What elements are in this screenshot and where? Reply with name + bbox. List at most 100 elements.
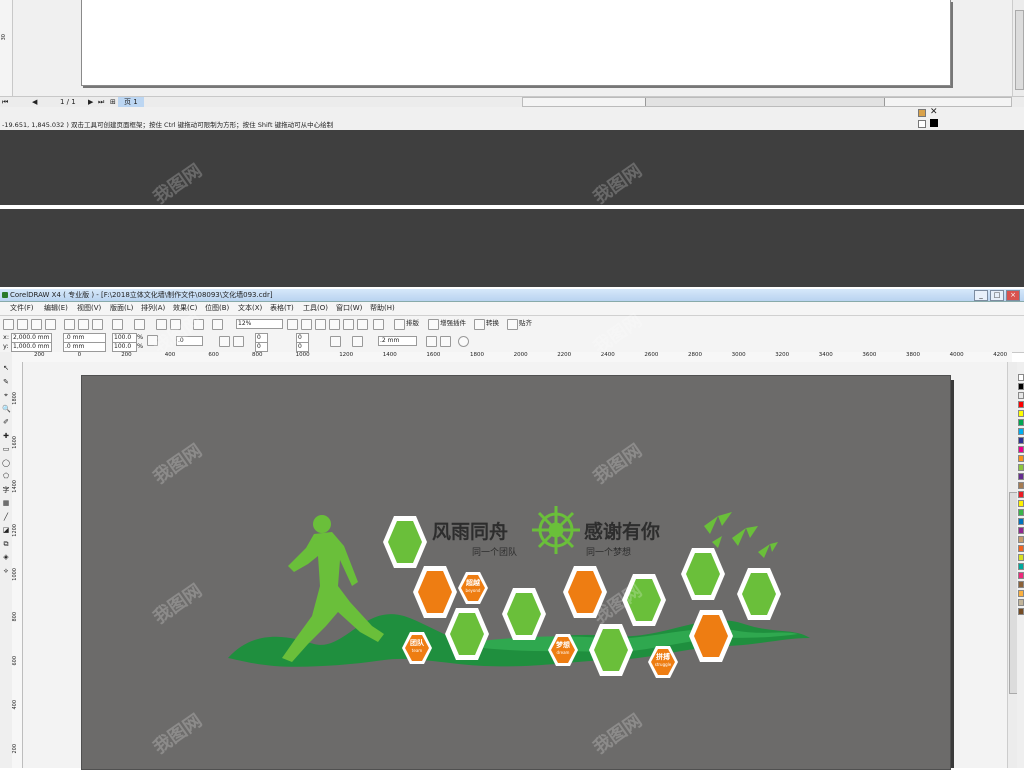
menu-item[interactable]: 视图(V) <box>77 302 101 315</box>
toolbox-tool-icon[interactable]: ✎ <box>2 378 10 386</box>
mirror-h-icon[interactable] <box>219 336 230 347</box>
color-swatch[interactable] <box>1018 518 1024 525</box>
to-back-icon[interactable] <box>440 336 451 347</box>
color-swatch[interactable] <box>1018 446 1024 453</box>
menu-item[interactable]: 工具(O) <box>303 302 328 315</box>
color-swatch[interactable] <box>1018 527 1024 534</box>
welcome-icon[interactable] <box>212 319 223 330</box>
color-swatch[interactable] <box>1018 599 1024 606</box>
first-page-icon[interactable]: ⏮ <box>2 97 8 107</box>
toolbox-tool-icon[interactable]: ◯ <box>2 459 10 467</box>
zoom-page-icon[interactable] <box>343 319 354 330</box>
menu-item[interactable]: 排列(A) <box>141 302 165 315</box>
toolbox-tool-icon[interactable]: ↖ <box>2 364 10 372</box>
scale-y-input[interactable]: 100.0 <box>112 342 137 352</box>
zoom-selected-icon[interactable] <box>315 319 326 330</box>
color-swatch[interactable] <box>1018 554 1024 561</box>
last-page-icon[interactable]: ⏭ <box>98 97 104 107</box>
y-position-input[interactable]: 1,000.0 mm <box>11 342 52 352</box>
toolbox-tool-icon[interactable]: ╱ <box>2 513 10 521</box>
convert-button[interactable]: 转换 <box>486 318 499 328</box>
toolbox-tool-icon[interactable]: ⧉ <box>2 540 10 548</box>
menu-item[interactable]: 位图(B) <box>205 302 229 315</box>
wrap-text-icon[interactable] <box>352 336 363 347</box>
menu-item[interactable]: 文本(X) <box>238 302 262 315</box>
maximize-button[interactable]: □ <box>990 290 1004 301</box>
color-swatch[interactable] <box>1018 392 1024 399</box>
save-icon[interactable] <box>31 319 42 330</box>
color-swatch[interactable] <box>1018 500 1024 507</box>
corner-bl-input[interactable]: 0 <box>255 342 268 352</box>
toolbox-tool-icon[interactable]: ▭ <box>2 445 10 453</box>
toolbox-tool-icon[interactable]: 字 <box>2 486 10 494</box>
zoom-level-select[interactable]: 12% <box>236 319 283 329</box>
color-swatch[interactable] <box>1018 509 1024 516</box>
minimize-button[interactable]: _ <box>974 290 988 301</box>
paste-icon[interactable] <box>92 319 103 330</box>
height-input[interactable]: .0 mm <box>63 342 106 352</box>
color-swatch[interactable] <box>1018 590 1024 597</box>
menu-item[interactable]: 表格(T) <box>270 302 294 315</box>
open-icon[interactable] <box>17 319 28 330</box>
horizontal-scrollbar-top[interactable] <box>522 97 1012 107</box>
corner-br-input[interactable]: 0 <box>296 342 309 352</box>
toolbox-tool-icon[interactable]: ⬠ <box>2 472 10 480</box>
color-swatch[interactable] <box>1018 455 1024 462</box>
color-swatch[interactable] <box>1018 491 1024 498</box>
color-swatch[interactable] <box>1018 545 1024 552</box>
toolbox-tool-icon[interactable]: ◈ <box>2 553 10 561</box>
zoom-all-icon[interactable] <box>329 319 340 330</box>
print-icon[interactable] <box>45 319 56 330</box>
outline-width-select[interactable]: .2 mm <box>378 336 417 346</box>
add-page-icon[interactable]: ⊞ <box>110 97 116 107</box>
layout-button[interactable]: 排版 <box>406 318 419 328</box>
toolbox-tool-icon[interactable]: ⟡ <box>2 567 10 575</box>
color-swatch[interactable] <box>1018 374 1024 381</box>
color-swatch[interactable] <box>1018 410 1024 417</box>
prev-page-icon[interactable]: ◀ <box>32 97 37 107</box>
color-swatch[interactable] <box>1018 473 1024 480</box>
to-front-icon[interactable] <box>426 336 437 347</box>
color-swatch[interactable] <box>1018 401 1024 408</box>
color-swatch[interactable] <box>1018 563 1024 570</box>
zoom-out-icon[interactable] <box>301 319 312 330</box>
snap-button[interactable]: 贴齐 <box>519 318 532 328</box>
color-swatch[interactable] <box>1018 428 1024 435</box>
toolbox-tool-icon[interactable]: ✐ <box>2 418 10 426</box>
menu-item[interactable]: 文件(F) <box>10 302 34 315</box>
vertical-ruler[interactable]: 1800 1600 1400 1200 1000 800 600 400 200 <box>12 362 23 768</box>
color-swatch[interactable] <box>1018 581 1024 588</box>
color-swatch[interactable] <box>1018 464 1024 471</box>
scroll-thumb[interactable] <box>645 98 885 106</box>
next-page-icon[interactable]: ▶ <box>88 97 93 107</box>
toolbox-tool-icon[interactable]: ✚ <box>2 432 10 440</box>
color-swatch[interactable] <box>1018 608 1024 615</box>
new-icon[interactable] <box>3 319 14 330</box>
close-button[interactable]: × <box>1006 290 1020 301</box>
color-swatch[interactable] <box>1018 383 1024 390</box>
convert-icon[interactable] <box>474 319 485 330</box>
mirror-v-icon[interactable] <box>233 336 244 347</box>
color-swatch[interactable] <box>1018 536 1024 543</box>
toolbox-tool-icon[interactable]: ⌖ <box>2 391 10 399</box>
vertical-scrollbar-top[interactable] <box>1012 0 1024 96</box>
enhance-plugin-button[interactable]: 增强插件 <box>440 318 466 328</box>
zoom-width-icon[interactable] <box>357 319 368 330</box>
scroll-thumb[interactable] <box>1015 10 1024 90</box>
convert-to-curves-icon[interactable] <box>458 336 469 347</box>
redo-icon[interactable] <box>134 319 145 330</box>
layout-plugin-icon[interactable] <box>394 319 405 330</box>
color-swatch[interactable] <box>1018 572 1024 579</box>
round-corner-lock-icon[interactable] <box>330 336 341 347</box>
cut-icon[interactable] <box>64 319 75 330</box>
menu-item[interactable]: 帮助(H) <box>370 302 395 315</box>
menu-item[interactable]: 版面(L) <box>110 302 133 315</box>
color-swatch[interactable] <box>1018 437 1024 444</box>
toolbox-tool-icon[interactable]: ◪ <box>2 526 10 534</box>
copy-icon[interactable] <box>78 319 89 330</box>
color-swatch[interactable] <box>1018 419 1024 426</box>
design-page[interactable]: 风雨同舟 感谢有你 同一个团队 同一个梦想 超越 beyond 团队 team … <box>81 375 951 770</box>
menu-item[interactable]: 窗口(W) <box>336 302 362 315</box>
snap-icon[interactable] <box>507 319 518 330</box>
toolbox-tool-icon[interactable]: ▦ <box>2 499 10 507</box>
